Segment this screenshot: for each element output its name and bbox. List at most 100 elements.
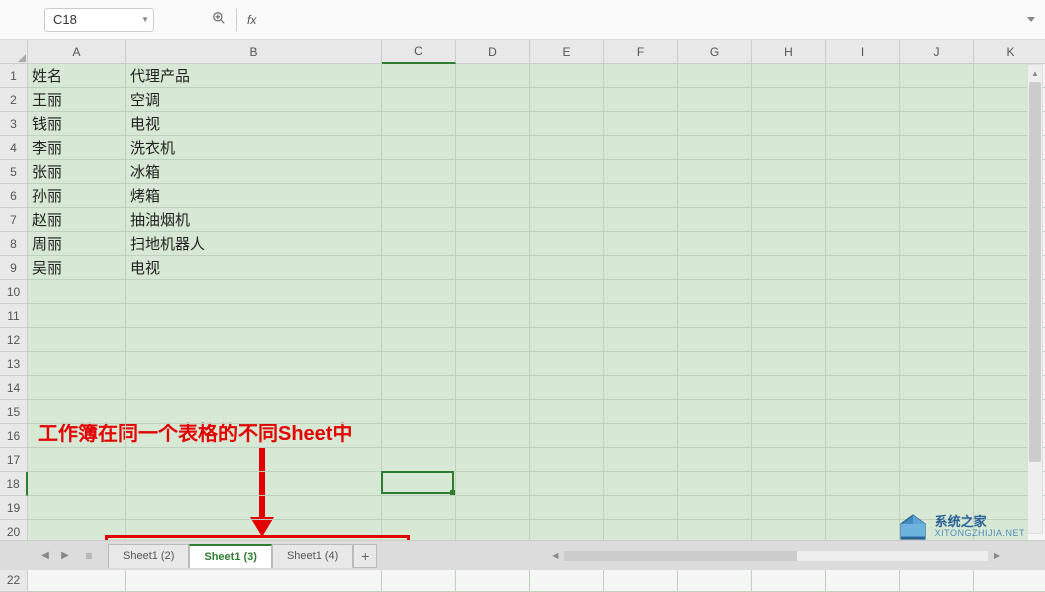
cell[interactable] [382, 160, 456, 184]
chevron-down-icon[interactable]: ▼ [141, 15, 149, 24]
row-header[interactable]: 3 [0, 112, 28, 136]
cell[interactable] [752, 496, 826, 520]
cell[interactable] [456, 472, 530, 496]
cell[interactable] [456, 304, 530, 328]
cell[interactable] [28, 496, 126, 520]
row-header[interactable]: 17 [0, 448, 28, 472]
hscroll-track[interactable] [563, 550, 989, 562]
column-header[interactable]: J [900, 40, 974, 64]
cell[interactable] [604, 448, 678, 472]
cell[interactable] [826, 568, 900, 592]
cell[interactable] [900, 256, 974, 280]
cell[interactable] [678, 304, 752, 328]
cell[interactable] [530, 496, 604, 520]
column-header[interactable]: D [456, 40, 530, 64]
cell[interactable] [456, 208, 530, 232]
cell[interactable] [826, 424, 900, 448]
cell[interactable] [752, 304, 826, 328]
cell[interactable] [530, 160, 604, 184]
cell[interactable] [530, 112, 604, 136]
cell[interactable] [826, 160, 900, 184]
cell[interactable] [974, 568, 1045, 592]
cell[interactable] [530, 64, 604, 88]
cell[interactable] [530, 208, 604, 232]
cell[interactable] [678, 376, 752, 400]
cell[interactable] [604, 136, 678, 160]
cell[interactable] [678, 232, 752, 256]
cell[interactable] [530, 304, 604, 328]
cell[interactable] [826, 64, 900, 88]
cell[interactable] [456, 568, 530, 592]
cell[interactable] [752, 328, 826, 352]
column-header[interactable]: K [974, 40, 1045, 64]
cell[interactable] [530, 568, 604, 592]
hscroll-thumb[interactable] [564, 551, 797, 561]
cell[interactable]: 抽油烟机 [126, 208, 382, 232]
fx-label[interactable]: fx [247, 13, 256, 27]
cell[interactable] [456, 280, 530, 304]
cell[interactable] [604, 64, 678, 88]
cell[interactable] [752, 184, 826, 208]
cell[interactable] [382, 400, 456, 424]
cell[interactable] [678, 472, 752, 496]
cell[interactable] [456, 400, 530, 424]
hscroll-right-icon[interactable]: ▶ [989, 549, 1005, 563]
cell[interactable]: 代理产品 [126, 64, 382, 88]
row-header[interactable]: 15 [0, 400, 28, 424]
cell[interactable] [752, 112, 826, 136]
cell[interactable] [382, 136, 456, 160]
cell[interactable] [752, 400, 826, 424]
cell[interactable]: 姓名 [28, 64, 126, 88]
cell[interactable] [28, 304, 126, 328]
cell[interactable] [530, 424, 604, 448]
scroll-up-icon[interactable]: ▲ [1028, 65, 1042, 81]
cell[interactable] [28, 448, 126, 472]
cell[interactable] [678, 400, 752, 424]
cell[interactable] [900, 136, 974, 160]
cell[interactable] [382, 496, 456, 520]
cell[interactable] [678, 64, 752, 88]
cell[interactable] [382, 328, 456, 352]
cell[interactable] [456, 136, 530, 160]
cell[interactable]: 孙丽 [28, 184, 126, 208]
cell[interactable] [752, 472, 826, 496]
row-header[interactable]: 11 [0, 304, 28, 328]
row-header[interactable]: 4 [0, 136, 28, 160]
row-header[interactable]: 9 [0, 256, 28, 280]
cell[interactable] [604, 400, 678, 424]
cell[interactable] [28, 472, 126, 496]
cell[interactable] [530, 472, 604, 496]
sheet-list-menu-icon[interactable]: ≡ [80, 546, 98, 566]
cell[interactable] [456, 232, 530, 256]
cell[interactable] [678, 256, 752, 280]
cell[interactable] [456, 160, 530, 184]
cell[interactable] [28, 376, 126, 400]
cell[interactable] [530, 136, 604, 160]
cell[interactable]: 洗衣机 [126, 136, 382, 160]
cell[interactable] [900, 448, 974, 472]
cell[interactable] [826, 472, 900, 496]
cell[interactable] [126, 496, 382, 520]
cell[interactable] [826, 256, 900, 280]
cells-container[interactable]: 工作簿在同一个表格的不同Sheet中 姓名代理产品王丽空调钱丽电视李丽洗衣机张丽… [28, 64, 1028, 540]
cell[interactable] [382, 376, 456, 400]
cell[interactable] [900, 400, 974, 424]
row-header[interactable]: 19 [0, 496, 28, 520]
cell[interactable] [126, 328, 382, 352]
column-header[interactable]: B [126, 40, 382, 64]
cell[interactable] [826, 352, 900, 376]
cell[interactable] [530, 328, 604, 352]
cell[interactable] [126, 400, 382, 424]
cell[interactable] [456, 328, 530, 352]
sheet-nav-next-icon[interactable]: ▶ [56, 546, 74, 566]
cell[interactable] [604, 232, 678, 256]
row-header[interactable]: 8 [0, 232, 28, 256]
cell[interactable] [752, 64, 826, 88]
cell[interactable] [28, 568, 126, 592]
cell[interactable]: 李丽 [28, 136, 126, 160]
row-header[interactable]: 7 [0, 208, 28, 232]
cell[interactable] [678, 328, 752, 352]
cell[interactable] [530, 256, 604, 280]
cell[interactable] [826, 448, 900, 472]
cell[interactable] [678, 208, 752, 232]
